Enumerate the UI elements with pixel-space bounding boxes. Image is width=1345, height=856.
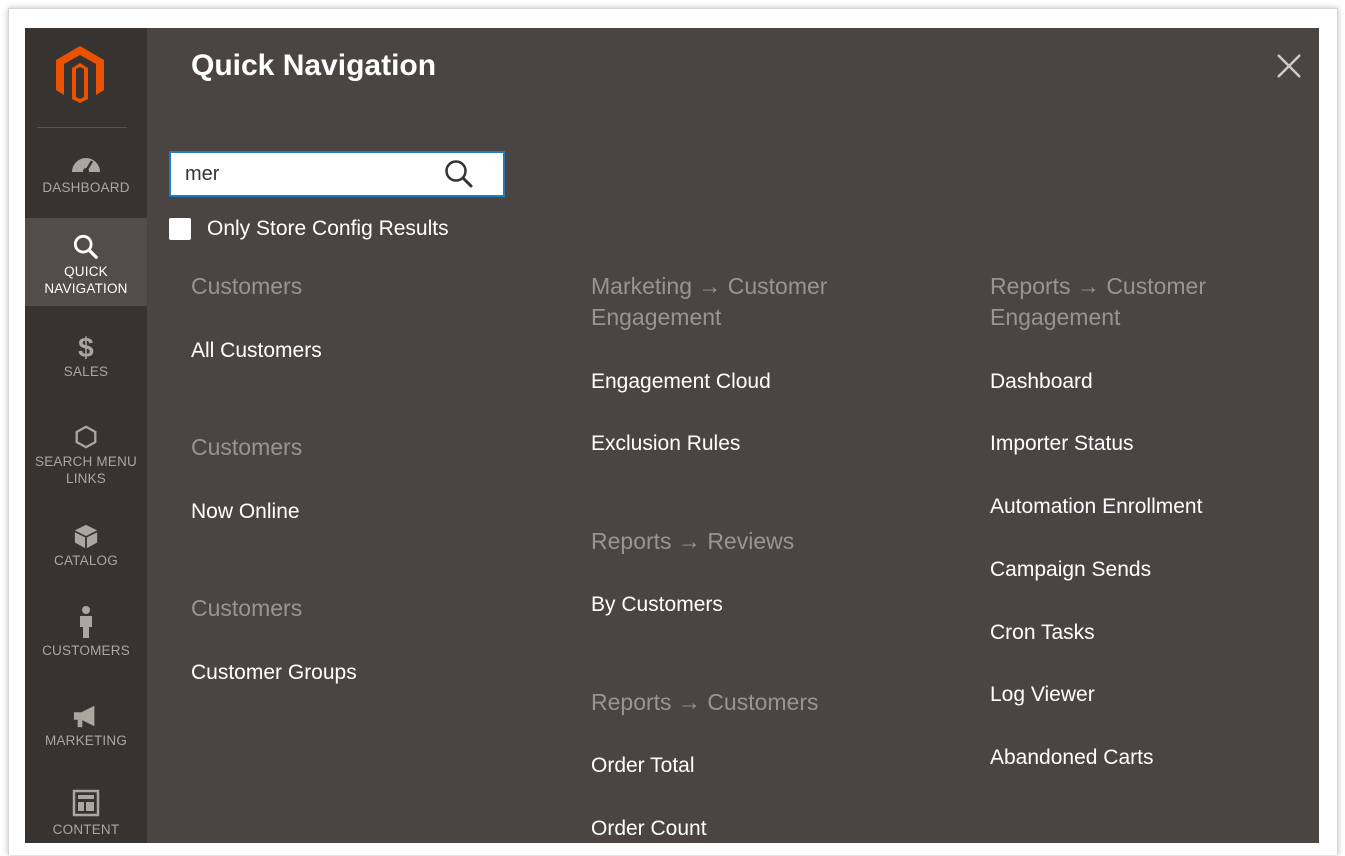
dashboard-icon <box>72 158 100 174</box>
sidebar-item-label: Customers <box>42 643 130 658</box>
layout-icon <box>72 789 100 817</box>
quick-navigation-panel: Quick Navigation Only Store Config Resul… <box>147 28 1319 843</box>
result-link-abandoned-carts[interactable]: Abandoned Carts <box>990 746 1153 770</box>
group-title: Reports → Reviews <box>591 528 795 554</box>
sidebar-item-label: Quick Navigation <box>44 264 128 296</box>
group-title: Customers <box>191 273 303 299</box>
search-icon <box>73 234 98 259</box>
result-link-by-customers[interactable]: By Customers <box>591 593 723 617</box>
result-link-engagement-cloud[interactable]: Engagement Cloud <box>591 370 771 394</box>
group-title: Reports → Customer Engagement <box>990 273 1207 330</box>
group-title: Reports → Customers <box>591 689 819 715</box>
person-icon <box>80 606 92 638</box>
hexagon-icon <box>75 425 97 449</box>
result-link-order-total[interactable]: Order Total <box>591 754 695 778</box>
config-results-checkbox[interactable] <box>169 218 191 240</box>
close-icon[interactable] <box>1274 51 1304 81</box>
logo-divider <box>37 127 127 128</box>
sidebar-item-quick-navigation[interactable]: Quick Navigation <box>25 218 147 306</box>
config-results-label: Only Store Config Results <box>207 217 449 240</box>
cube-icon <box>74 524 98 549</box>
sidebar-item-search-menu-links[interactable]: Search Menu Links <box>25 424 147 487</box>
group-title: Customers <box>191 434 303 460</box>
result-link-customer-groups[interactable]: Customer Groups <box>191 661 357 685</box>
result-link-cron-tasks[interactable]: Cron Tasks <box>990 621 1095 645</box>
admin-sidebar: Dashboard Quick Navigation $ Sales Searc… <box>25 28 147 843</box>
result-link-exclusion-rules[interactable]: Exclusion Rules <box>591 432 740 456</box>
sidebar-item-label: Catalog <box>54 553 118 568</box>
sidebar-item-label: Marketing <box>44 733 128 748</box>
result-link-dashboard[interactable]: Dashboard <box>990 370 1093 394</box>
result-link-all-customers[interactable]: All Customers <box>191 339 322 363</box>
magento-logo-icon[interactable] <box>52 44 108 104</box>
sidebar-item-label: Dashboard <box>42 180 130 195</box>
dollar-icon: $ <box>78 332 94 363</box>
result-link-importer-status[interactable]: Importer Status <box>990 432 1134 456</box>
result-link-campaign-sends[interactable]: Campaign Sends <box>990 558 1151 582</box>
sidebar-item-sales[interactable]: $ Sales <box>25 334 147 380</box>
result-link-automation-enrollment[interactable]: Automation Enrollment <box>990 495 1202 519</box>
sidebar-item-catalog[interactable]: Catalog <box>25 523 147 569</box>
megaphone-icon <box>73 705 95 728</box>
sidebar-item-content[interactable]: Content <box>25 788 147 838</box>
sidebar-item-dashboard[interactable]: Dashboard <box>25 150 147 196</box>
result-link-order-count[interactable]: Order Count <box>591 817 707 841</box>
search-box <box>169 151 505 197</box>
sidebar-item-customers[interactable]: Customers <box>25 605 147 659</box>
search-icon[interactable] <box>441 157 477 191</box>
group-title: Customers <box>191 595 303 621</box>
result-link-log-viewer[interactable]: Log Viewer <box>990 683 1095 707</box>
panel-title: Quick Navigation <box>191 49 437 82</box>
group-title: Marketing → Customer Engagement <box>591 273 828 330</box>
sidebar-item-marketing[interactable]: Marketing <box>25 703 147 749</box>
sidebar-item-label: Content <box>52 822 120 837</box>
sidebar-item-label: Search Menu Links <box>35 454 137 486</box>
result-link-now-online[interactable]: Now Online <box>191 500 300 524</box>
sidebar-item-label: Sales <box>63 364 109 379</box>
search-input[interactable] <box>171 153 445 195</box>
